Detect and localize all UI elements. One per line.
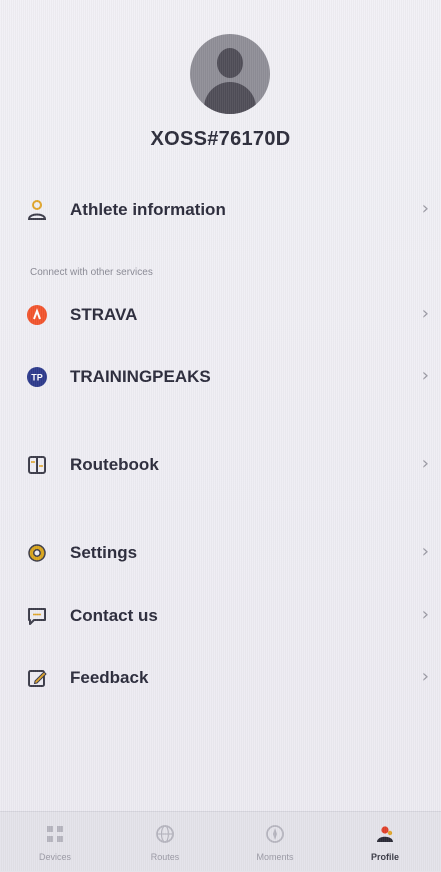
routebook-row[interactable]: Routebook ›: [0, 443, 441, 487]
person-icon: [27, 200, 47, 220]
profile-icon: [377, 826, 393, 842]
globe-icon: [156, 825, 174, 843]
trainingpeaks-label: TRAININGPEAKS: [70, 367, 211, 386]
tab-profile-label: Profile: [370, 852, 399, 862]
chevron-right-icon: ›: [421, 365, 429, 386]
profile-screen: XOSS#76170D Athlete information › Connec…: [0, 0, 441, 872]
tab-devices[interactable]: Devices: [0, 812, 110, 872]
feedback-label: Feedback: [70, 668, 149, 687]
bottom-tab-bar: Devices Routes Moments Profile: [0, 811, 441, 872]
compass-icon: [266, 825, 284, 843]
contact-us-label: Contact us: [70, 606, 158, 625]
username: XOSS#76170D: [150, 128, 291, 150]
connect-services-section-label: Connect with other services: [30, 267, 153, 278]
avatar-body-shape: [204, 82, 256, 114]
athlete-information-label: Athlete information: [70, 200, 226, 219]
strava-row[interactable]: STRAVA ›: [0, 293, 441, 337]
strava-label: STRAVA: [70, 305, 138, 324]
tab-routes[interactable]: Routes: [110, 812, 220, 872]
tab-routes-label: Routes: [150, 852, 180, 862]
feedback-icon: [28, 670, 47, 687]
contact-us-row[interactable]: Contact us ›: [0, 594, 441, 638]
chevron-right-icon: ›: [421, 453, 429, 474]
tab-profile[interactable]: Profile: [330, 812, 440, 872]
book-icon: [28, 456, 46, 474]
chevron-right-icon: ›: [421, 303, 429, 324]
athlete-information-row[interactable]: Athlete information ›: [0, 188, 441, 232]
trainingpeaks-icon: TP: [27, 367, 47, 387]
grid-icon: [47, 826, 63, 842]
svg-text:TP: TP: [31, 373, 43, 383]
message-icon: [28, 608, 46, 625]
strava-icon: [27, 305, 47, 325]
tab-moments-label: Moments: [256, 852, 294, 862]
chevron-right-icon: ›: [421, 541, 429, 562]
feedback-row[interactable]: Feedback ›: [0, 656, 441, 700]
trainingpeaks-row[interactable]: TP TRAININGPEAKS ›: [0, 355, 441, 399]
tab-devices-label: Devices: [38, 852, 71, 862]
chevron-right-icon: ›: [421, 198, 429, 219]
chevron-right-icon: ›: [421, 666, 429, 687]
routebook-label: Routebook: [70, 455, 159, 474]
tab-moments[interactable]: Moments: [220, 812, 330, 872]
avatar-head-shape: [217, 48, 243, 78]
avatar[interactable]: [190, 34, 270, 114]
gear-icon: [28, 544, 46, 562]
chevron-right-icon: ›: [421, 604, 429, 625]
settings-label: Settings: [70, 543, 138, 562]
settings-row[interactable]: Settings ›: [0, 531, 441, 575]
